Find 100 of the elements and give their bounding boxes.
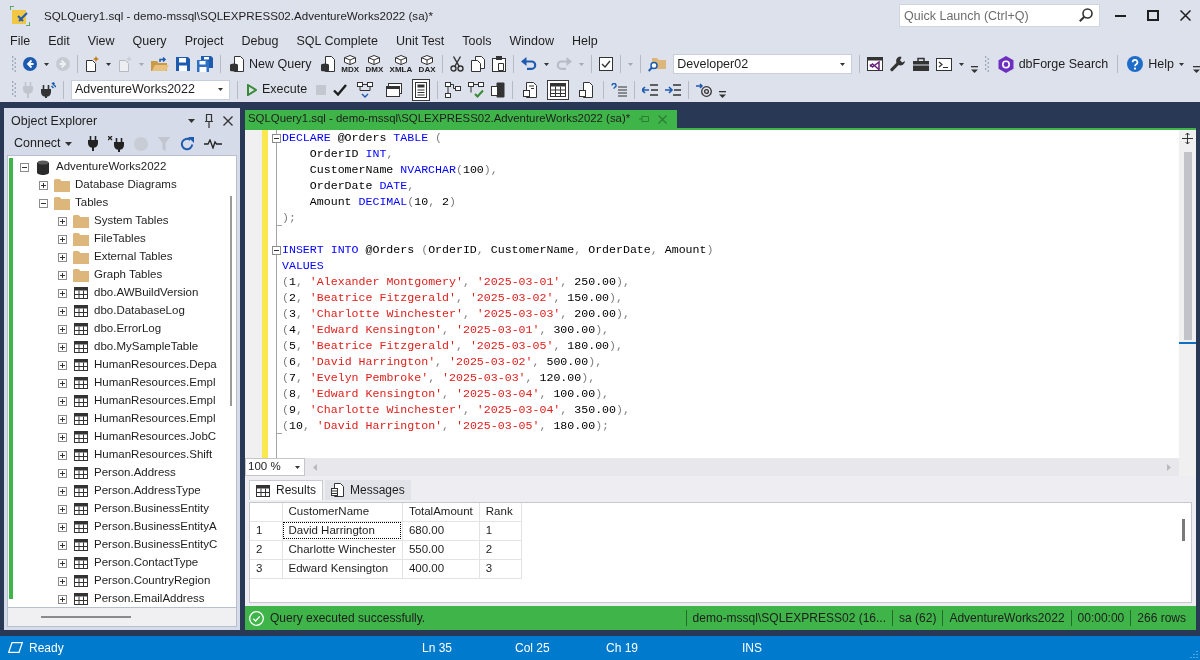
tree-node[interactable]: HumanResources.Depa bbox=[94, 358, 217, 372]
scrollbar-thumb[interactable] bbox=[1181, 519, 1185, 541]
expand-icon[interactable] bbox=[58, 396, 67, 406]
menu-item[interactable]: Window bbox=[500, 31, 563, 51]
column-header[interactable]: CustomerName bbox=[282, 503, 403, 521]
query-type-button[interactable]: XMLA bbox=[389, 54, 412, 74]
expand-icon[interactable] bbox=[58, 450, 67, 460]
text-document-icon[interactable] bbox=[523, 81, 538, 98]
scrollbar-thumb[interactable] bbox=[230, 196, 232, 406]
indent-icon[interactable] bbox=[665, 83, 682, 96]
caret-icon[interactable] bbox=[295, 465, 300, 469]
menu-item[interactable]: File bbox=[1, 31, 40, 51]
grid-icon[interactable] bbox=[547, 79, 570, 100]
caret-icon[interactable] bbox=[839, 62, 845, 66]
grip-handle[interactable] bbox=[12, 81, 16, 98]
horizontal-scrollbar[interactable] bbox=[7, 608, 237, 627]
help-icon[interactable] bbox=[1127, 56, 1144, 72]
tree-node[interactable]: Person.BusinessEntityA bbox=[94, 520, 217, 534]
tree-node[interactable]: Person.Address bbox=[94, 466, 176, 480]
maximize-icon[interactable] bbox=[1147, 10, 1159, 21]
caret-icon[interactable] bbox=[544, 62, 550, 66]
terminal-icon[interactable] bbox=[935, 57, 952, 71]
expand-icon[interactable] bbox=[58, 594, 67, 604]
grid-icon[interactable] bbox=[256, 484, 270, 497]
tree-node[interactable]: dbo.ErrorLog bbox=[94, 322, 162, 336]
menu-item[interactable]: Tools bbox=[453, 31, 501, 51]
document-icon[interactable] bbox=[331, 483, 344, 497]
copy-icon[interactable] bbox=[471, 56, 486, 72]
expand-icon[interactable] bbox=[39, 180, 48, 190]
menu-item[interactable]: Help bbox=[562, 31, 607, 51]
connect-button[interactable]: Connect bbox=[12, 133, 74, 154]
refresh-icon[interactable] bbox=[179, 136, 194, 151]
expand-icon[interactable] bbox=[58, 540, 67, 550]
resize-grip[interactable] bbox=[1190, 650, 1198, 658]
cube-icon[interactable] bbox=[344, 54, 357, 65]
open-folder-icon[interactable] bbox=[151, 57, 169, 71]
window-icon[interactable] bbox=[866, 57, 883, 71]
caret-icon[interactable] bbox=[218, 88, 223, 91]
tab[interactable]: Messages bbox=[325, 480, 411, 500]
plug-cross-icon[interactable] bbox=[107, 135, 124, 152]
caret-icon[interactable] bbox=[188, 119, 195, 123]
undo-icon[interactable] bbox=[521, 57, 538, 71]
tree-node[interactable]: HumanResources.Empl bbox=[94, 412, 216, 426]
new-file-icon[interactable] bbox=[85, 56, 99, 72]
outdent-icon[interactable] bbox=[642, 83, 659, 96]
expand-icon[interactable] bbox=[58, 558, 67, 568]
tree-node[interactable]: Person.BusinessEntityC bbox=[94, 538, 218, 552]
profile-dropdown[interactable]: Developer02 bbox=[673, 54, 852, 74]
expand-icon[interactable] bbox=[58, 360, 67, 370]
tree-node[interactable]: Graph Tables bbox=[94, 268, 163, 282]
list-icon[interactable] bbox=[611, 82, 628, 97]
check-icon[interactable] bbox=[333, 83, 348, 96]
caret-icon[interactable] bbox=[1179, 62, 1184, 66]
menu-item[interactable]: View bbox=[78, 31, 124, 51]
expand-icon[interactable] bbox=[58, 342, 67, 352]
tree-node[interactable]: Person.AddressType bbox=[94, 484, 201, 498]
check-square-icon[interactable] bbox=[599, 57, 614, 71]
collapse-icon[interactable] bbox=[272, 245, 281, 255]
plug-icon[interactable] bbox=[87, 136, 98, 151]
column-header[interactable]: Rank bbox=[479, 503, 522, 521]
expand-icon[interactable] bbox=[58, 306, 67, 316]
zoom-dropdown[interactable]: 100 % bbox=[245, 458, 305, 476]
cube-icon[interactable] bbox=[394, 54, 407, 65]
save-all-icon[interactable] bbox=[197, 56, 213, 72]
hexagon-icon[interactable] bbox=[997, 55, 1014, 73]
expand-icon[interactable] bbox=[58, 216, 67, 226]
tree-node[interactable]: System Tables bbox=[94, 214, 169, 228]
menu-item[interactable]: Edit bbox=[39, 31, 79, 51]
tree-node[interactable]: dbo.AWBuildVersion bbox=[94, 286, 199, 300]
save-icon[interactable] bbox=[176, 57, 190, 71]
database-dropdown[interactable]: AdventureWorks2022 bbox=[71, 79, 230, 100]
menu-item[interactable]: Query bbox=[123, 31, 176, 51]
split-icon[interactable] bbox=[1182, 133, 1193, 144]
menu-item[interactable]: Debug bbox=[232, 31, 288, 51]
diagram-icon[interactable] bbox=[357, 81, 374, 98]
tree-node[interactable]: AdventureWorks2022 bbox=[56, 160, 167, 174]
collapse-icon[interactable] bbox=[272, 133, 281, 143]
menu-item[interactable]: SQL Complete bbox=[287, 31, 387, 51]
file-icon[interactable] bbox=[579, 81, 594, 98]
tree-node[interactable]: Tables bbox=[75, 196, 109, 210]
tree-node[interactable]: Person.ContactType bbox=[94, 556, 199, 570]
caret-icon[interactable] bbox=[44, 62, 49, 66]
expand-icon[interactable] bbox=[58, 252, 67, 262]
menu-item[interactable]: Project bbox=[175, 31, 233, 51]
wrench-icon[interactable] bbox=[889, 56, 906, 72]
expand-icon[interactable] bbox=[58, 378, 67, 388]
new-query-button[interactable]: New Query bbox=[228, 54, 314, 74]
play-icon[interactable] bbox=[247, 83, 257, 96]
caret-icon[interactable] bbox=[106, 62, 111, 66]
overflow-icon[interactable] bbox=[719, 91, 727, 98]
page-icon[interactable] bbox=[412, 78, 431, 101]
grip-handle[interactable] bbox=[984, 55, 989, 73]
expand-icon[interactable] bbox=[58, 522, 67, 532]
search-icon[interactable] bbox=[1079, 8, 1093, 22]
pin-icon[interactable] bbox=[205, 114, 213, 128]
expand-icon[interactable] bbox=[58, 324, 67, 334]
overflow-icon[interactable] bbox=[970, 66, 978, 73]
grip-handle[interactable] bbox=[12, 55, 16, 73]
flowchart-check-icon[interactable] bbox=[468, 81, 485, 98]
tree-node[interactable]: Person.CountryRegion bbox=[94, 574, 211, 588]
